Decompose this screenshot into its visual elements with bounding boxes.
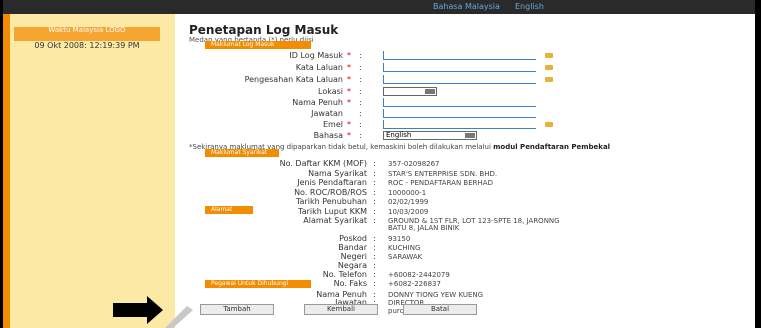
lang-link-malay[interactable]: Bahasa Malaysia [433, 2, 500, 11]
required-star: * [347, 131, 351, 140]
section_company-value: 10/03/2009 [388, 207, 429, 216]
colon: : [359, 63, 362, 72]
back-button[interactable]: Kembali [304, 304, 378, 315]
section_company-value: 357-02098267 [388, 160, 440, 168]
page-frame: Bahasa Malaysia English Waktu Malaysia L… [3, 0, 755, 328]
key-icon [545, 122, 553, 127]
colon: : [373, 187, 376, 197]
section_company-label: Nama Syarikat [308, 168, 367, 178]
colon: : [373, 159, 376, 168]
required-star: * [347, 63, 351, 72]
field-label-language: Bahasa [313, 131, 343, 140]
section_company-label: No. ROC/ROB/ROS [294, 187, 367, 197]
position-input[interactable] [383, 109, 536, 118]
sidebar-edge [3, 14, 10, 328]
required-star: * [347, 87, 351, 96]
section_address-value: +6082-226837 [388, 280, 441, 288]
page-title: Penetapan Log Masuk [189, 23, 339, 37]
sidebar: Waktu Malaysia LOGO 09 Okt 2008: 12:19:3… [10, 14, 175, 328]
fullname-input[interactable] [383, 98, 536, 107]
section_address-value: KUCHING [388, 244, 421, 252]
required-star: * [347, 120, 351, 129]
colon: : [373, 168, 376, 178]
colon: : [359, 98, 362, 107]
key-icon [545, 65, 553, 70]
field-label-location: Lokasi [318, 87, 343, 96]
section_address-value: 93150 [388, 235, 411, 243]
field-label-id: ID Log Masuk [289, 51, 343, 60]
pointer-arrow-icon [113, 296, 193, 328]
password-input[interactable] [383, 63, 536, 72]
clock-header: Waktu Malaysia LOGO [14, 27, 160, 41]
section_address-label: Negeri [340, 252, 367, 261]
colon: : [359, 51, 362, 60]
section_company-label: Jenis Pendaftaran [297, 178, 367, 187]
section_company-value: STAR'S ENTERPRISE SDN. BHD. [388, 169, 498, 178]
required-star: * [347, 98, 351, 107]
section-header-company: Maklumat Syarikat [205, 149, 279, 157]
colon: : [359, 87, 362, 96]
clock-value: 09 Okt 2008: 12:19:39 PM [34, 41, 140, 50]
section-header-address: Alamat [205, 206, 253, 214]
cancel-button[interactable]: Batal [403, 304, 477, 315]
add-button[interactable]: Tambah [200, 304, 274, 315]
confirm-password-input[interactable] [383, 75, 536, 84]
colon: : [373, 279, 376, 288]
key-icon [545, 53, 553, 58]
field-label-password: Kata Laluan [295, 63, 343, 72]
login-id-input[interactable] [383, 51, 536, 60]
lang-link-english[interactable]: English [515, 2, 544, 11]
section_address-label: Poskod [339, 234, 367, 243]
email-input[interactable] [383, 120, 536, 129]
section_address-label: No. Telefon [322, 270, 367, 279]
required-star: * [347, 75, 351, 84]
colon: : [373, 216, 376, 225]
section_company-label: No. Daftar KKM (MOF) [279, 159, 367, 168]
field-label-fullname: Nama Penuh [292, 98, 343, 107]
field-label-email: Emel [323, 120, 343, 129]
colon: : [359, 75, 362, 84]
top-bar: Bahasa Malaysia English [3, 0, 755, 14]
language-select[interactable]: English [383, 131, 477, 140]
section_address-label: Bandar [338, 243, 367, 252]
language-select-value: English [386, 131, 412, 139]
info-note-link[interactable]: modul Pendaftaran Pembekal [493, 143, 610, 151]
field-label-position: Jawatan [311, 109, 343, 118]
section-header-login: Maklumat Log Masuk [205, 41, 311, 49]
colon: : [373, 178, 376, 187]
colon: : [359, 120, 362, 129]
section_company-label: Tarikh Penubuhan [295, 197, 367, 206]
location-select[interactable] [383, 87, 437, 96]
colon: : [373, 261, 376, 270]
colon: : [373, 243, 376, 252]
dropdown-arrow-icon [425, 89, 435, 94]
section_company-value: 02/02/1999 [388, 198, 429, 206]
field-label-confirm-password: Pengesahan Kata Laluan [244, 75, 343, 84]
colon: : [373, 206, 376, 216]
colon: : [359, 131, 362, 140]
key-icon [545, 77, 553, 82]
section_company-value: 1000000-1 [388, 188, 427, 197]
required-star: * [347, 51, 351, 60]
section_contact-value: DONNY TIONG YEW KUENG [388, 291, 484, 299]
section_address-value: +60082-2442079 [388, 271, 450, 279]
colon: : [359, 109, 362, 118]
section_address-value: SARAWAK [388, 253, 423, 261]
section_address-value-line2: BATU 8, JALAN BINIK [388, 224, 460, 232]
main-content: Penetapan Log Masuk Medan yang bertanda … [183, 14, 755, 328]
section_address-label: Alamat Syarikat [303, 216, 367, 225]
colon: : [373, 234, 376, 243]
dropdown-arrow-icon [465, 133, 475, 138]
colon: : [373, 197, 376, 206]
colon: : [373, 252, 376, 261]
section_address-label: Negara [337, 261, 367, 270]
colon: : [373, 270, 376, 279]
section-header-contact: Pegawai Untuk Dihubungi [205, 280, 311, 288]
section_company-value: ROC - PENDAFTARAN BERHAD [388, 179, 493, 187]
